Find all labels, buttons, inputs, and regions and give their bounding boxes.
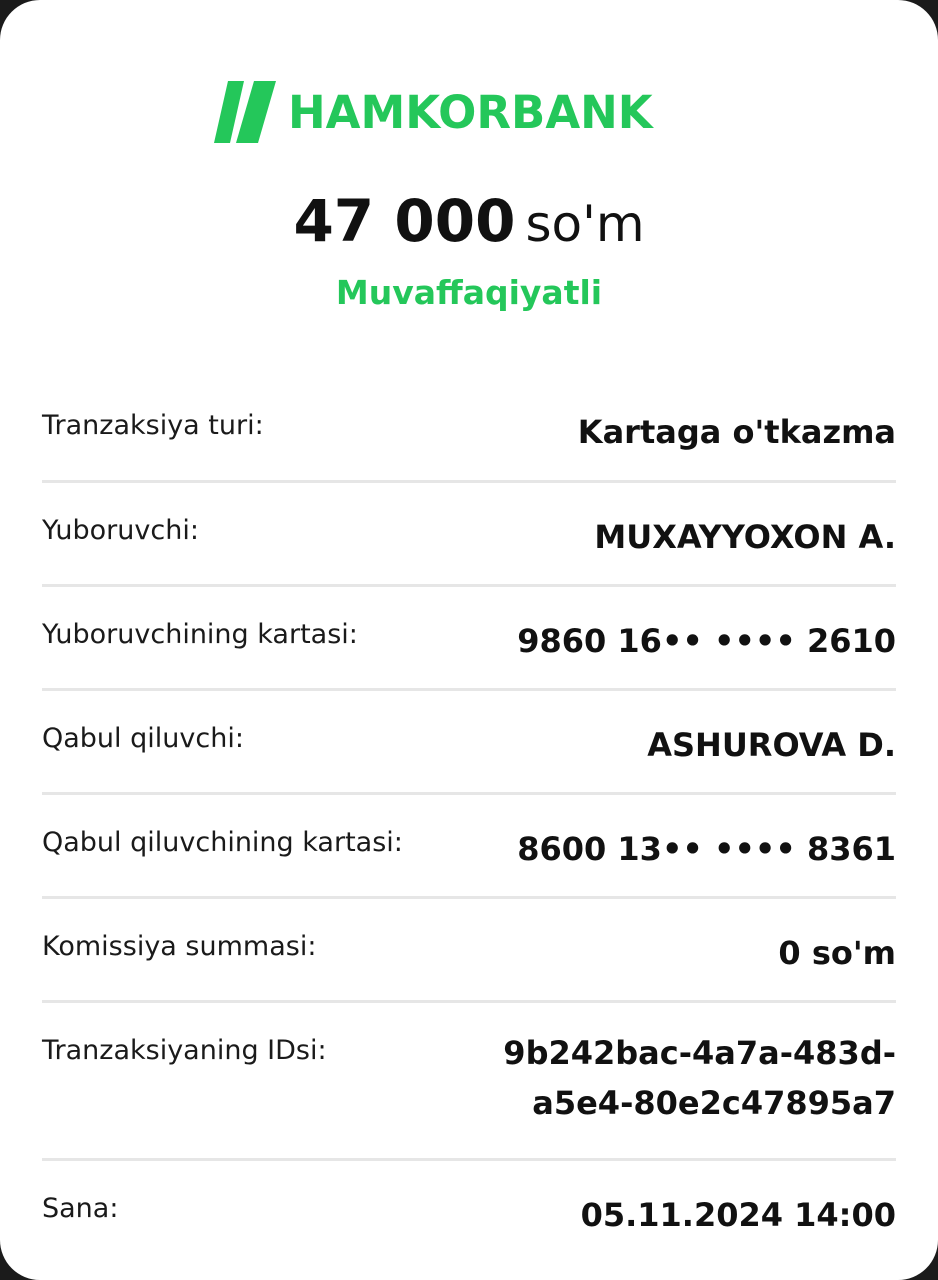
detail-row-date: Sana: 05.11.2024 14:00 (42, 1161, 896, 1271)
detail-value: 0 so'm (778, 934, 896, 972)
detail-label: Yuboruvchining kartasi: (42, 619, 358, 650)
transaction-id-line-1: 9b242bac-4a7a-483d- (503, 1034, 896, 1072)
detail-label: Yuboruvchi: (42, 515, 199, 546)
brand-mark-icon (214, 81, 276, 143)
detail-value: 05.11.2024 14:00 (580, 1196, 896, 1234)
receipt-card: HAMKORBANK 47 000 so'm Muvaffaqiyatli Tra… (0, 0, 938, 1280)
detail-label: Qabul qiluvchi: (42, 723, 244, 754)
detail-value: Kartaga o'tkazma (577, 413, 896, 451)
amount: 47 000 so'm (0, 192, 938, 250)
detail-value: 9860 16•• •••• 2610 (517, 622, 896, 660)
status-text: Muvaffaqiyatli (335, 273, 603, 312)
amount-value: 47 000 (293, 187, 516, 255)
brand-logo: HAMKORBANK (214, 80, 724, 144)
detail-value: 9b242bac-4a7a-483d- a5e4-80e2c47895a7 (503, 1029, 896, 1128)
detail-row-transaction-id: Tranzaksiyaning IDsi: 9b242bac-4a7a-483d… (42, 1003, 896, 1161)
detail-value: 8600 13•• •••• 8361 (517, 830, 896, 868)
detail-value: MUXAYYOXON A. (594, 518, 896, 556)
detail-label: Qabul qiluvchining kartasi: (42, 827, 403, 858)
detail-label: Komissiya summasi: (42, 931, 317, 962)
details-list: Tranzaksiya turi: Kartaga o'tkazma Yubor… (42, 378, 896, 1271)
detail-label: Tranzaksiya turi: (42, 410, 264, 441)
detail-value: ASHUROVA D. (647, 726, 896, 764)
brand-name: HAMKORBANK (288, 85, 653, 139)
detail-row-transaction-type: Tranzaksiya turi: Kartaga o'tkazma (42, 378, 896, 483)
detail-row-sender-card: Yuboruvchining kartasi: 9860 16•• •••• 2… (42, 587, 896, 691)
detail-row-recipient: Qabul qiluvchi: ASHUROVA D. (42, 691, 896, 795)
detail-row-recipient-card: Qabul qiluvchining kartasi: 8600 13•• ••… (42, 795, 896, 899)
detail-label: Sana: (42, 1193, 119, 1224)
detail-label: Tranzaksiyaning IDsi: (42, 1035, 327, 1066)
amount-currency: so'm (525, 195, 645, 253)
detail-row-commission: Komissiya summasi: 0 so'm (42, 899, 896, 1003)
transaction-id-line-2: a5e4-80e2c47895a7 (532, 1083, 896, 1122)
detail-row-sender: Yuboruvchi: MUXAYYOXON A. (42, 483, 896, 587)
